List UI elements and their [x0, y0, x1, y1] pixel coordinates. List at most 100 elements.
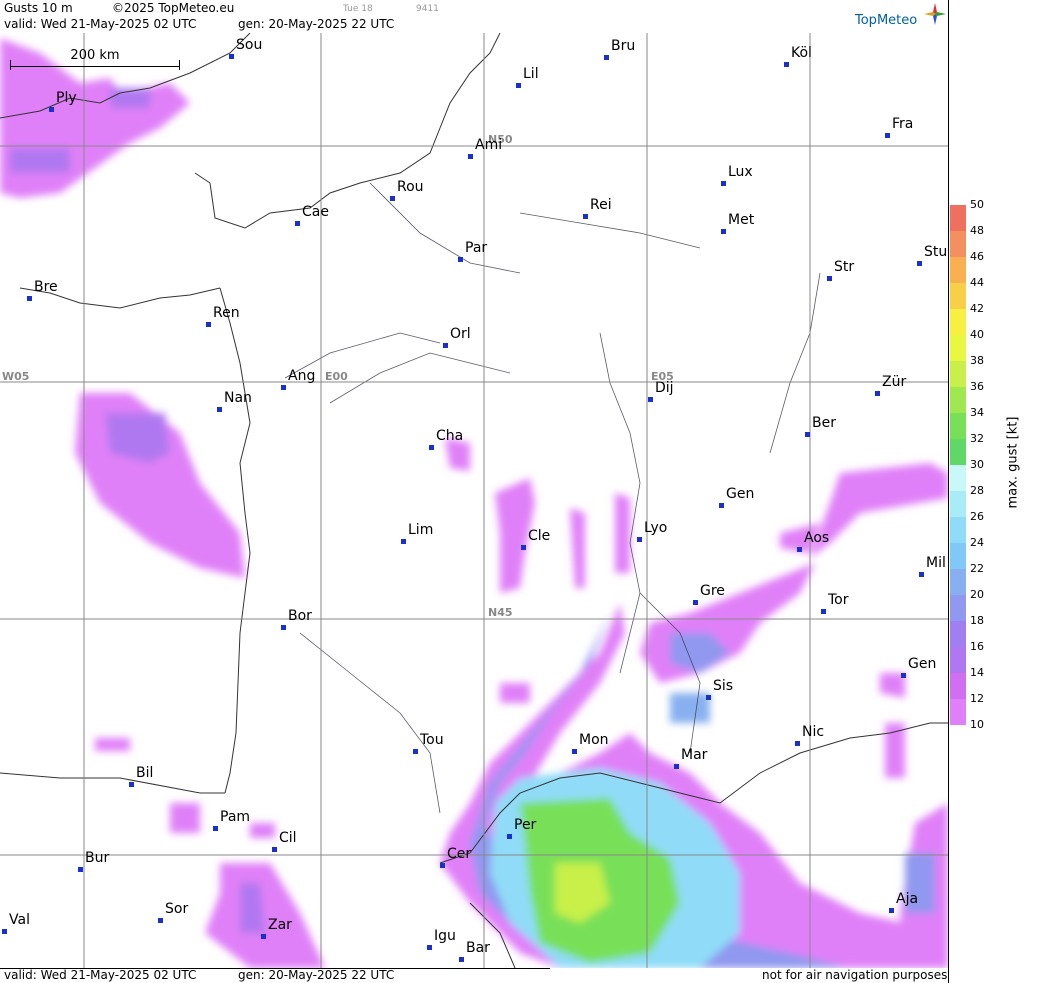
- city-dot: [281, 625, 286, 630]
- legend-swatch: [950, 283, 966, 309]
- city-dot: [281, 385, 286, 390]
- legend-swatch: [950, 673, 966, 699]
- city-dot: [129, 782, 134, 787]
- city-label: Ren: [213, 305, 240, 321]
- city-dot: [917, 261, 922, 266]
- legend-tick: 48: [970, 224, 984, 237]
- city-label: Gen: [726, 486, 755, 502]
- legend-swatch: [950, 543, 966, 569]
- map-border: [948, 0, 949, 983]
- city-dot: [784, 62, 789, 67]
- city-label: Mil: [926, 555, 946, 571]
- legend-tick: 24: [970, 536, 984, 549]
- city-dot: [637, 537, 642, 542]
- city-dot: [805, 432, 810, 437]
- legend-swatch: [950, 361, 966, 387]
- city-dot: [875, 391, 880, 396]
- city-label: Cha: [436, 428, 464, 444]
- city-dot: [889, 908, 894, 913]
- city-label: Bur: [85, 850, 110, 866]
- city-label: Lyo: [644, 520, 668, 536]
- city-label: Met: [728, 212, 755, 228]
- city-label: Nan: [224, 390, 252, 406]
- gust-field: [0, 38, 948, 968]
- legend-tick: 16: [970, 640, 984, 653]
- city-label: Lil: [523, 66, 539, 82]
- city-dot: [648, 397, 653, 402]
- legend-title: max. gust [kt]: [1005, 416, 1021, 509]
- city-label: Tou: [420, 732, 444, 748]
- city-label: Orl: [450, 326, 471, 342]
- city-label: Cer: [447, 846, 472, 862]
- legend-tick: 12: [970, 692, 984, 705]
- legend-tick: 20: [970, 588, 984, 601]
- city-label: Tor: [828, 592, 849, 608]
- color-legend: 50 48 46 44 42 40 38 36 34 32 30 28 26 24 22 20 18 16 14 12…: [950, 198, 984, 731]
- city-dot: [427, 945, 432, 950]
- weather-map[interactable]: 200 km N50 N45 W05 E00 E05 Sou Bru Köl Ply L…: [0, 33, 948, 968]
- city-dot: [604, 55, 609, 60]
- city-label: Gen: [908, 656, 937, 672]
- legend-tick: 32: [970, 432, 984, 445]
- topmeteo-logo: TopMeteo: [855, 13, 918, 28]
- city-label: Lim: [408, 522, 434, 538]
- city-label: Dij: [655, 380, 674, 396]
- city-dot: [521, 545, 526, 550]
- city-label: Stu: [924, 244, 948, 260]
- city-dot: [797, 547, 802, 552]
- city-dot: [272, 847, 277, 852]
- footer-valid-time: valid: Wed 21-May-2025 02 UTC: [4, 968, 197, 982]
- legend-swatch: [950, 257, 966, 283]
- city-label: Str: [834, 259, 855, 275]
- grid-label-e00: E00: [325, 370, 348, 383]
- city-dot: [901, 673, 906, 678]
- city-label: Val: [9, 912, 30, 928]
- city-label: Aos: [804, 530, 830, 546]
- chart-title: Gusts 10 m: [4, 1, 73, 15]
- legend-swatch: [950, 491, 966, 517]
- city-dot: [78, 867, 83, 872]
- city-dot: [261, 934, 266, 939]
- legend-tick: 50: [970, 198, 984, 211]
- scale-label: 200 km: [70, 48, 120, 63]
- legend-swatch: [950, 439, 966, 465]
- city-dot: [158, 918, 163, 923]
- city-label: Sou: [236, 37, 263, 53]
- legend-tick: 46: [970, 250, 984, 263]
- city-label: Pam: [220, 809, 251, 825]
- city-dot: [516, 83, 521, 88]
- legend-swatch: [950, 699, 966, 725]
- city-label: Mon: [579, 732, 609, 748]
- city-label: Cae: [302, 204, 329, 220]
- city-label: Gre: [700, 583, 725, 599]
- legend-tick: 18: [970, 614, 984, 627]
- city-label: Zar: [268, 917, 292, 933]
- city-label: Aja: [896, 891, 919, 907]
- gen-time: gen: 20-May-2025 22 UTC: [238, 17, 395, 31]
- city-dot: [721, 181, 726, 186]
- city-label: Ang: [288, 368, 316, 384]
- city-label: Bru: [611, 38, 636, 54]
- city-label: Ply: [56, 90, 77, 106]
- city-dot: [583, 214, 588, 219]
- city-dot: [507, 834, 512, 839]
- city-dot: [693, 600, 698, 605]
- city-dot: [827, 276, 832, 281]
- legend-swatch: [950, 387, 966, 413]
- legend-swatch: [950, 205, 966, 231]
- legend-tick: 42: [970, 302, 984, 315]
- city-label: Per: [514, 817, 537, 833]
- scale-bar: 200 km: [10, 48, 180, 70]
- city-dot: [468, 154, 473, 159]
- city-dot: [885, 133, 890, 138]
- legend-swatch: [950, 231, 966, 257]
- city-dot: [443, 343, 448, 348]
- legend-swatch: [950, 647, 966, 673]
- city-label: Bre: [34, 279, 58, 295]
- city-label: Lux: [728, 164, 753, 180]
- city-dot: [27, 296, 32, 301]
- city-dot: [706, 695, 711, 700]
- city-dot: [719, 503, 724, 508]
- city-dot: [213, 826, 218, 831]
- city-label: Sis: [713, 678, 734, 694]
